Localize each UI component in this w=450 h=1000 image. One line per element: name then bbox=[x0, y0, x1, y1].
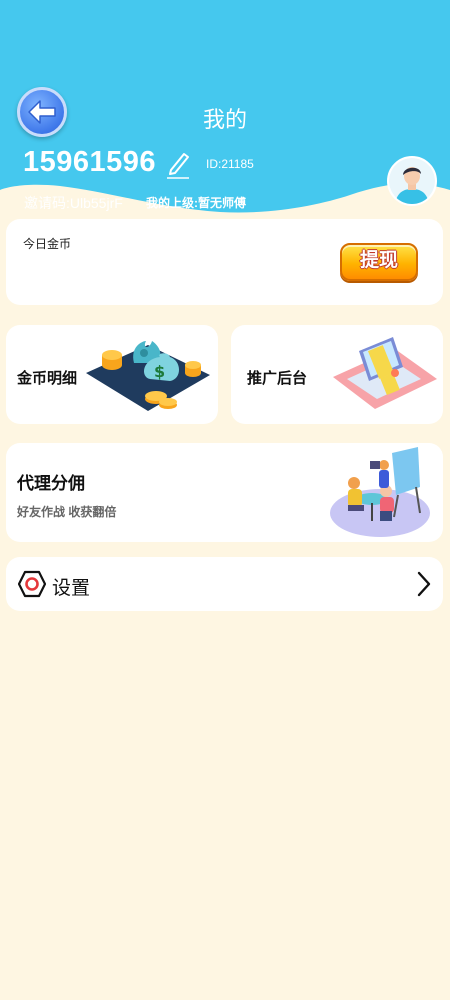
page-title: 我的 bbox=[202, 107, 247, 132]
coins-detail-label: 金币明细 bbox=[17, 370, 78, 387]
edit-pencil-icon[interactable] bbox=[167, 150, 191, 180]
coins-detail-card[interactable]: 金币明细 $ bbox=[6, 325, 218, 424]
team-meeting-illustration bbox=[330, 447, 430, 537]
user-phone: 15961596 bbox=[23, 146, 157, 178]
settings-row[interactable]: 设置 bbox=[6, 557, 443, 611]
settings-hexagon-icon bbox=[18, 570, 46, 598]
agent-commission-title: 代理分佣 bbox=[17, 474, 85, 493]
today-gold-label: 今日金币 bbox=[23, 237, 72, 251]
avatar[interactable] bbox=[387, 156, 437, 206]
svg-text:$: $ bbox=[154, 362, 165, 381]
invite-code: 邀请码:Ulb55jrF bbox=[24, 195, 123, 211]
promo-backend-label: 推广后台 bbox=[247, 370, 308, 387]
promo-backend-card[interactable]: 推广后台 bbox=[231, 325, 443, 424]
gold-card: 今日金币 提现 bbox=[6, 219, 443, 305]
agent-commission-card[interactable]: 代理分佣 好友作战 收获翻倍 bbox=[6, 443, 443, 542]
superior-info: 我的上级:暂无师傅 bbox=[146, 196, 246, 210]
settings-label: 设置 bbox=[52, 578, 91, 599]
agent-commission-subtitle: 好友作战 收获翻倍 bbox=[17, 505, 117, 519]
user-id: ID:21185 bbox=[206, 157, 254, 171]
withdraw-button[interactable]: 提现 bbox=[340, 243, 418, 281]
laptop-illustration bbox=[333, 337, 437, 409]
money-bags-illustration: $ bbox=[86, 341, 210, 411]
chevron-right-icon bbox=[417, 571, 431, 597]
